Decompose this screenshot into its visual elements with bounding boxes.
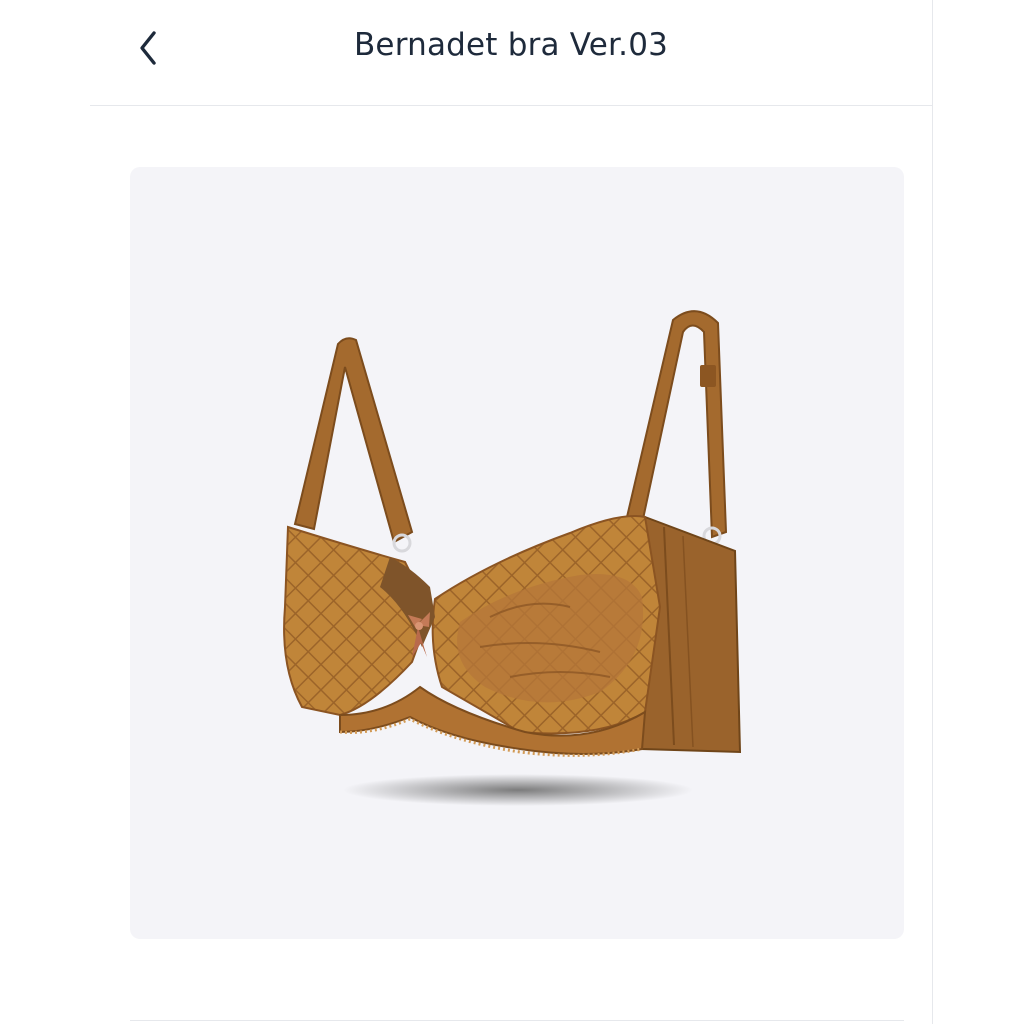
right-strap-adjuster [700,365,716,387]
left-strap [293,337,414,544]
right-strap [625,310,728,539]
top-app-bar: Bernadet bra Ver.03 [90,0,932,106]
product-shadow [343,774,693,806]
page-title: Bernadet bra Ver.03 [353,27,669,63]
section-divider [130,1020,904,1021]
product-image [283,310,742,806]
left-cup [283,525,432,717]
product-detail-screen: Bernadet bra Ver.03 [90,0,933,1024]
product-image-card[interactable] [130,167,904,939]
